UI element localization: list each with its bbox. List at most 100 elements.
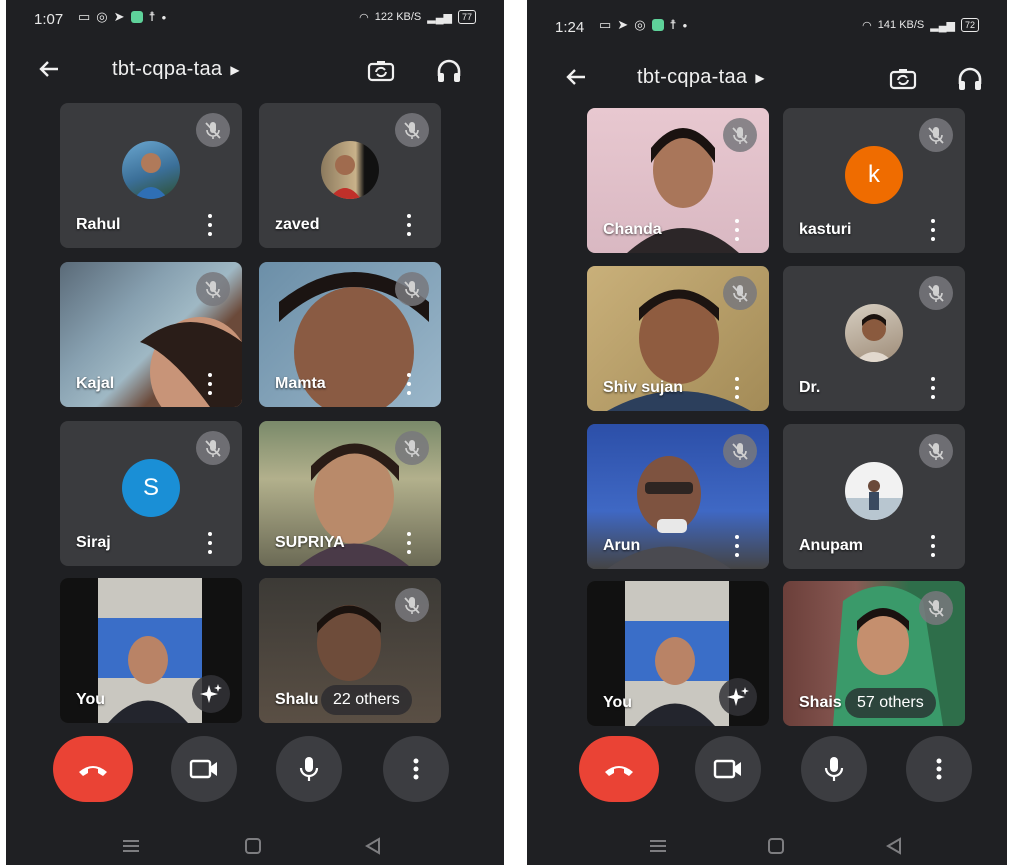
battery-icon: 77 <box>457 10 476 24</box>
participant-tile-others[interactable]: Shalu 22 others <box>259 578 441 723</box>
camera-toggle-button[interactable] <box>171 736 237 802</box>
network-speed-value: 141 <box>877 19 897 31</box>
others-count-badge[interactable]: 22 others <box>321 685 412 715</box>
avatar <box>845 461 903 520</box>
participant-tile[interactable]: S Siraj <box>60 421 242 566</box>
participant-name: Shiv sujan <box>603 379 684 396</box>
effects-sparkle-icon[interactable] <box>192 675 230 713</box>
more-vert-icon[interactable] <box>204 373 216 395</box>
mic-off-icon <box>395 113 429 147</box>
mic-off-icon <box>395 431 429 465</box>
end-call-icon <box>605 766 633 776</box>
participant-tile[interactable]: Anupam <box>783 424 965 569</box>
microphone-toggle-button[interactable] <box>801 736 867 802</box>
participant-tile[interactable]: k kasturi <box>783 108 965 253</box>
participant-name: SUPRIYA <box>275 534 345 551</box>
meeting-title-text: tbt-cqpa-taa <box>112 58 223 80</box>
headset-icon[interactable] <box>434 56 464 86</box>
telegram-icon: ➤ <box>113 9 125 24</box>
participant-name: kasturi <box>799 221 852 238</box>
participant-tile[interactable]: Chanda <box>587 108 769 253</box>
participant-tile-others[interactable]: Shais 57 others <box>783 581 965 726</box>
dot-icon: • <box>161 9 167 25</box>
meeting-title[interactable]: tbt-cqpa-taa ▶ <box>637 66 765 89</box>
participant-tile[interactable]: Arun <box>587 424 769 569</box>
mic-off-icon <box>196 272 230 306</box>
more-vert-icon[interactable] <box>731 535 743 557</box>
back-triangle-icon[interactable] <box>362 836 384 856</box>
others-count-badge[interactable]: 57 others <box>845 688 936 718</box>
notification-icons: ▭ ➤ ◎ ☨ • <box>599 17 687 33</box>
participant-tile[interactable]: Dr. <box>783 266 965 411</box>
more-vert-icon[interactable] <box>403 532 415 554</box>
system-nav-bar <box>6 830 504 864</box>
participant-tile[interactable]: zaved <box>259 103 441 248</box>
network-speed-value: 122 <box>374 11 394 23</box>
microphone-icon <box>299 757 319 781</box>
back-arrow-icon[interactable] <box>36 56 64 84</box>
more-options-button[interactable] <box>906 736 972 802</box>
more-vert-icon[interactable] <box>927 377 939 399</box>
participant-name: Rahul <box>76 216 121 233</box>
mic-off-icon <box>919 276 953 310</box>
back-triangle-icon[interactable] <box>883 836 905 856</box>
participant-tile-self[interactable]: You <box>60 578 242 723</box>
menu-icon[interactable] <box>120 836 142 856</box>
effects-sparkle-icon[interactable] <box>719 678 757 716</box>
camera-icon <box>189 759 217 779</box>
mic-off-icon <box>196 113 230 147</box>
meeting-title-text: tbt-cqpa-taa <box>637 66 748 88</box>
network-speed-unit: KB/S <box>396 11 422 23</box>
meeting-title[interactable]: tbt-cqpa-taa ▶ <box>112 58 240 81</box>
meet-app-icon <box>651 19 664 31</box>
switch-camera-icon[interactable] <box>888 64 918 94</box>
microphone-icon <box>824 757 844 781</box>
mic-off-icon <box>919 434 953 468</box>
more-options-button[interactable] <box>383 736 449 802</box>
participant-name: zaved <box>275 216 320 233</box>
mic-off-icon <box>395 588 429 622</box>
microphone-toggle-button[interactable] <box>276 736 342 802</box>
avatar <box>321 140 379 199</box>
participant-name: Dr. <box>799 379 821 396</box>
mic-off-icon <box>723 118 757 152</box>
end-call-button[interactable] <box>579 736 659 802</box>
person-icon: ☨ <box>148 9 156 24</box>
participant-tile[interactable]: Shiv sujan <box>587 266 769 411</box>
mic-off-icon <box>196 431 230 465</box>
dot-icon: • <box>682 17 688 33</box>
participant-tile[interactable]: Kajal <box>60 262 242 407</box>
avatar <box>845 303 903 362</box>
home-icon[interactable] <box>242 836 264 856</box>
menu-icon[interactable] <box>647 836 669 856</box>
more-vert-icon[interactable] <box>204 532 216 554</box>
more-options-icon <box>936 758 942 780</box>
phone-screen-left: 1:07 ▭ ◎ ➤ ☨ • ◠ 122 KB/S ▂▄▆ 77 tbt-cqp… <box>6 0 504 865</box>
end-call-button[interactable] <box>53 736 133 802</box>
switch-camera-icon[interactable] <box>366 56 396 86</box>
participant-tile[interactable]: SUPRIYA <box>259 421 441 566</box>
more-vert-icon[interactable] <box>403 214 415 236</box>
back-arrow-icon[interactable] <box>563 64 591 92</box>
status-right: ◠ 141 KB/S ▂▄▆ 72 <box>862 18 979 32</box>
participant-tile-self[interactable]: You <box>587 581 769 726</box>
home-icon[interactable] <box>765 836 787 856</box>
network-speed: 141 KB/S <box>878 19 925 31</box>
more-vert-icon[interactable] <box>731 377 743 399</box>
avatar: k <box>845 145 903 204</box>
more-vert-icon[interactable] <box>204 214 216 236</box>
headset-icon[interactable] <box>955 64 985 94</box>
camera-toggle-button[interactable] <box>695 736 761 802</box>
participant-name: You <box>76 691 106 708</box>
more-options-icon <box>413 758 419 780</box>
more-vert-icon[interactable] <box>731 219 743 241</box>
participant-tile[interactable]: Mamta <box>259 262 441 407</box>
participant-name: Anupam <box>799 537 863 554</box>
more-vert-icon[interactable] <box>927 535 939 557</box>
participant-name: Mamta <box>275 375 326 392</box>
participant-tile[interactable]: Rahul <box>60 103 242 248</box>
more-vert-icon[interactable] <box>927 219 939 241</box>
more-vert-icon[interactable] <box>403 373 415 395</box>
person-icon: ☨ <box>669 17 677 32</box>
signal-icon: ▂▄▆ <box>427 11 452 24</box>
